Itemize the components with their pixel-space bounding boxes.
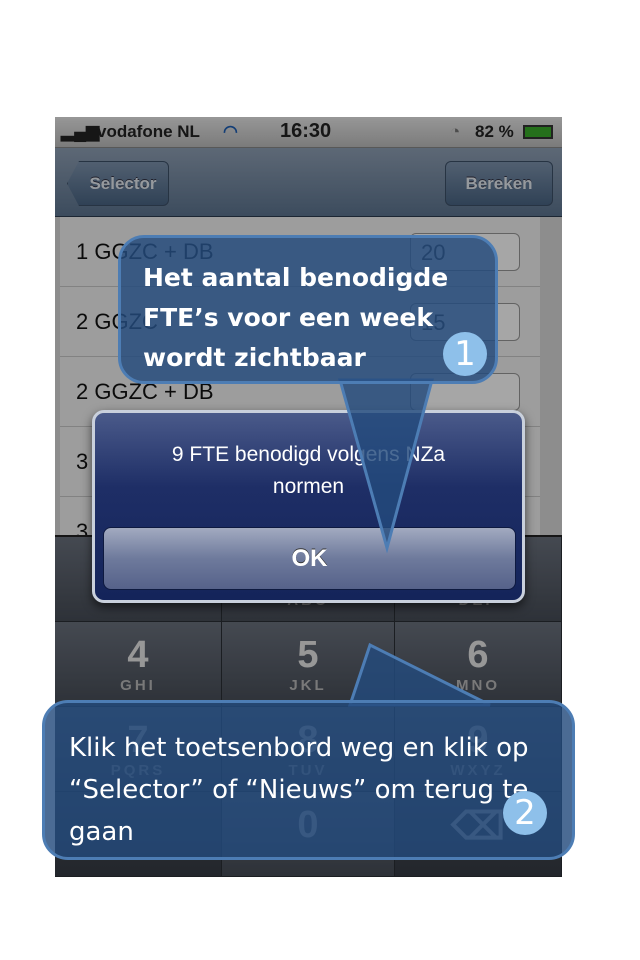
step-badge-1: 1: [443, 332, 487, 376]
callout-1-pointer: [340, 380, 432, 548]
callout-2-pointer: [350, 645, 490, 705]
callout-2-text: Klik het toetsenbord weg en klik op “Sel…: [69, 727, 539, 853]
callout-2: Klik het toetsenbord weg en klik op “Sel…: [42, 700, 575, 860]
callout-1-text: Het aantal benodigde FTE’s voor een week…: [143, 258, 463, 378]
callout-1: Het aantal benodigde FTE’s voor een week…: [118, 235, 498, 384]
step-badge-2: 2: [503, 791, 547, 835]
